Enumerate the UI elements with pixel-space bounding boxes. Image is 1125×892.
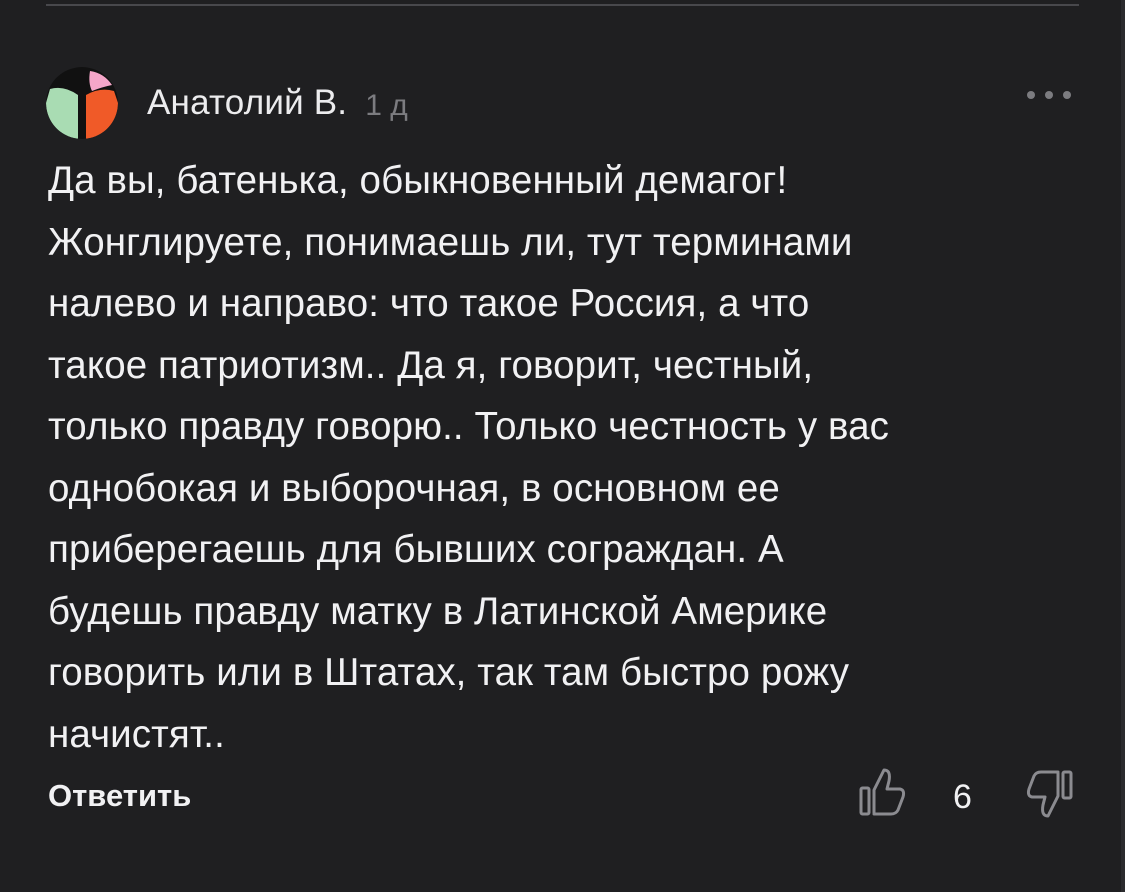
comment-text-line: будешь правду матку в Латинской Америке — [48, 589, 828, 633]
comment-text-line: такое патриотизм.. Да я, говорит, честны… — [48, 343, 814, 387]
comment-text-line: однобокая и выборочная, в основном ее — [48, 466, 780, 510]
more-options-button[interactable] — [1027, 82, 1071, 108]
more-dots-icon — [1045, 91, 1053, 99]
scroll-rail — [1121, 0, 1125, 892]
comment-time: 1 д — [365, 89, 408, 122]
avatar[interactable] — [46, 67, 118, 139]
comment-body: Да вы, батенька, обыкновенный демагог! Ж… — [48, 150, 1078, 765]
comment-text-line: говорить или в Штатах, так там быстро ро… — [48, 651, 850, 694]
comment-card: Анатолий В. 1 д Да вы, батенька, обыкнов… — [0, 0, 1121, 892]
comment-text-line: начистят.. — [48, 712, 225, 756]
thumbs-up-icon[interactable] — [858, 764, 908, 820]
comment-screen: Анатолий В. 1 д Да вы, батенька, обыкнов… — [0, 0, 1125, 892]
comment-text-line: только правду говорю.. Только честность … — [48, 405, 889, 448]
like-count: 6 — [953, 778, 972, 816]
reply-button[interactable]: Ответить — [48, 778, 191, 814]
author-name[interactable]: Анатолий В. — [147, 83, 347, 123]
comment-text-line: Жонглируете, понимаешь ли, тут терминами — [48, 220, 853, 264]
comment-actions: Ответить 6 — [48, 762, 1078, 832]
thumbs-down-icon[interactable] — [1024, 766, 1074, 822]
comment-text-line: Да вы, батенька, обыкновенный демагог! — [48, 159, 788, 202]
comment-header: Анатолий В. 1 д — [46, 66, 408, 140]
more-dots-icon — [1063, 91, 1071, 99]
comment-text-line: налево и направо: что такое Россия, а чт… — [48, 282, 810, 325]
comment-text-line: приберегаешь для бывших сограждан. А — [48, 528, 784, 571]
more-dots-icon — [1027, 91, 1035, 99]
